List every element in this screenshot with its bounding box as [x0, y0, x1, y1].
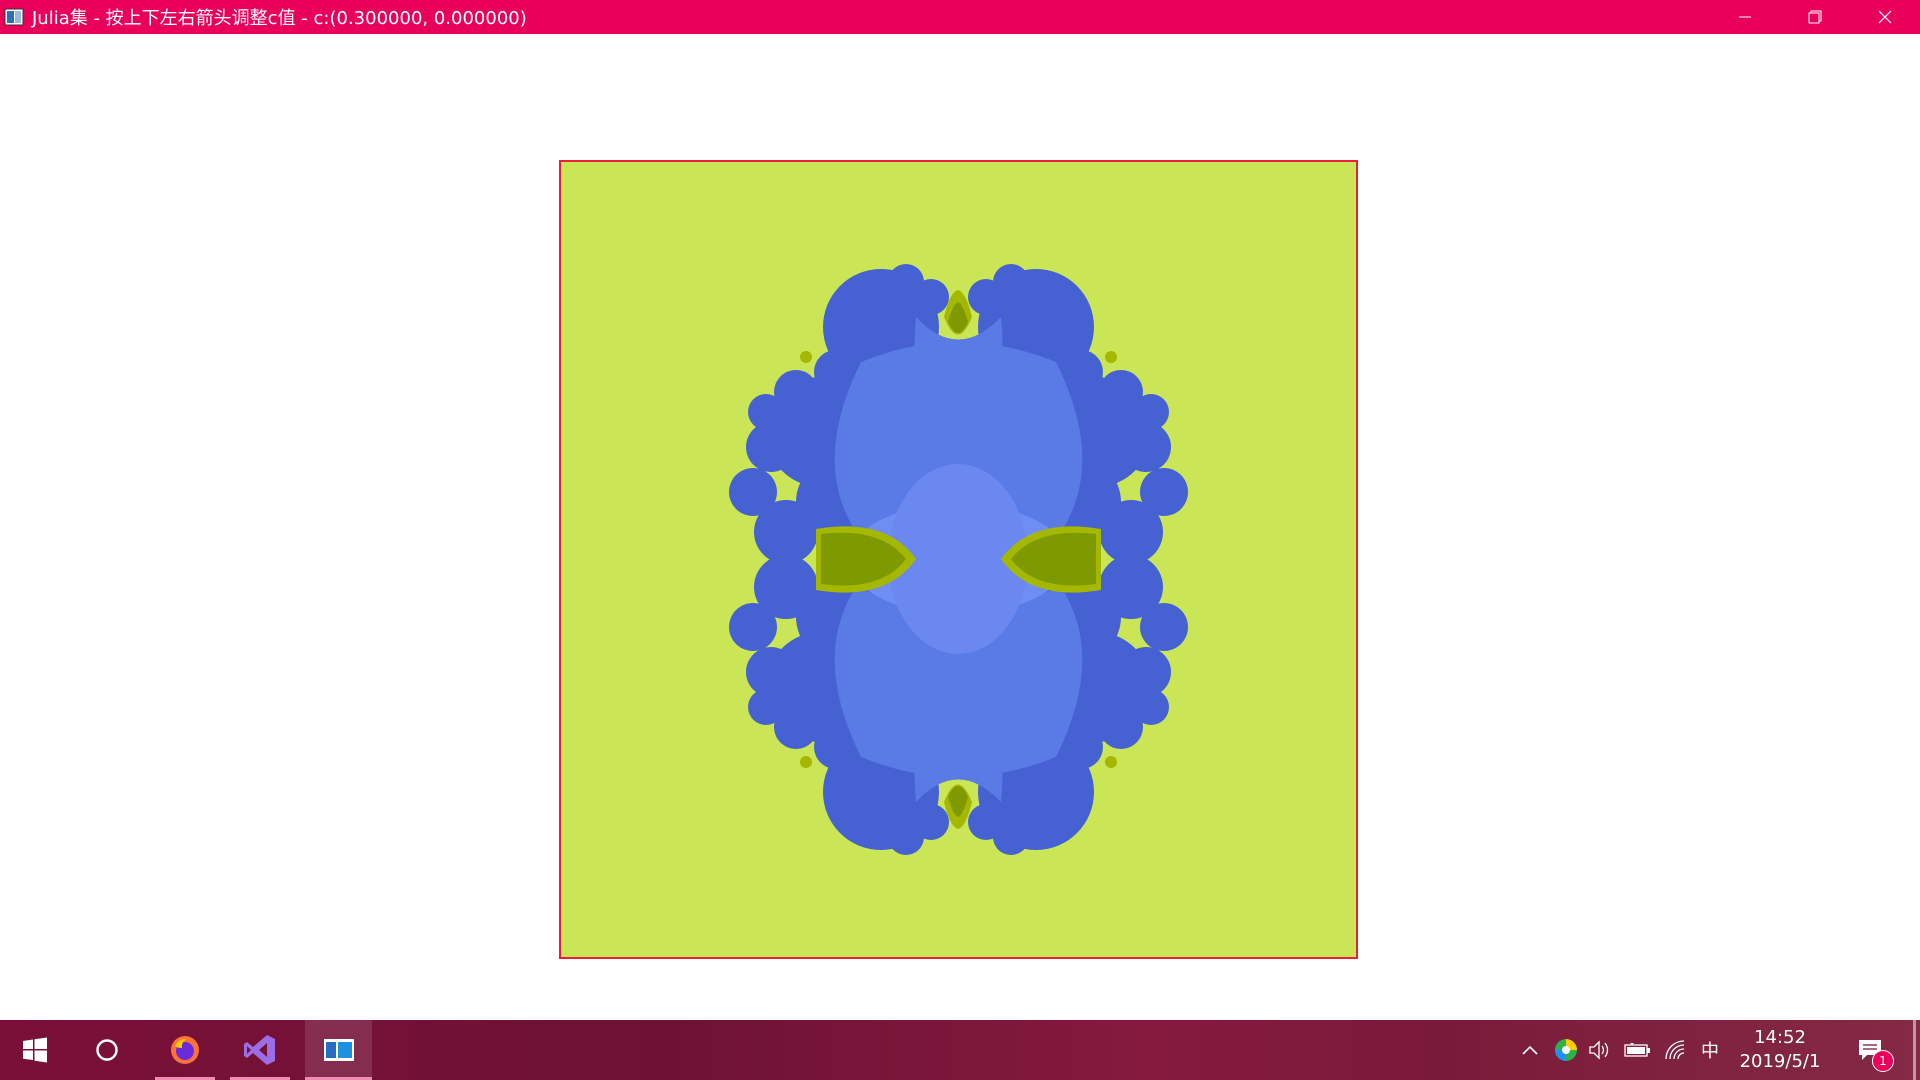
cortana-icon	[96, 1039, 118, 1061]
window-controls	[1710, 0, 1920, 34]
tray-overflow-button[interactable]	[1515, 1020, 1545, 1080]
taskbar-visual-studio[interactable]	[230, 1020, 290, 1080]
window-title: Julia集 - 按上下左右箭头调整c值 - c:(0.300000, 0.00…	[32, 8, 527, 29]
volume-button[interactable]	[1585, 1020, 1615, 1080]
tray-app[interactable]	[1550, 1020, 1582, 1080]
app-icon	[4, 8, 24, 26]
firefox-icon	[171, 1036, 199, 1064]
close-icon	[1878, 10, 1892, 24]
app-window: Julia集 - 按上下左右箭头调整c值 - c:(0.300000, 0.00…	[0, 0, 1920, 1020]
wifi-icon	[1665, 1040, 1685, 1060]
minimize-icon	[1739, 16, 1751, 18]
volume-icon	[1589, 1040, 1609, 1060]
taskbar: 中 14:52 2019/5/1 1	[0, 1020, 1920, 1080]
clock-time: 14:52	[1754, 1027, 1806, 1048]
clock-date: 2019/5/1	[1739, 1051, 1821, 1072]
title-bar[interactable]: Julia集 - 按上下左右箭头调整c值 - c:(0.300000, 0.00…	[0, 0, 1920, 34]
ime-label: 中	[1701, 1041, 1719, 1062]
restore-icon	[1808, 10, 1822, 24]
ime-indicator[interactable]: 中	[1695, 1020, 1725, 1080]
clock[interactable]: 14:52 2019/5/1	[1730, 1026, 1830, 1074]
client-area	[0, 34, 1920, 1020]
start-button[interactable]	[0, 1020, 70, 1080]
taskbar-firefox[interactable]	[155, 1020, 215, 1080]
colorful-app-icon	[1555, 1039, 1577, 1061]
julia-app-icon	[323, 1039, 354, 1061]
network-button[interactable]	[1660, 1020, 1692, 1080]
minimize-button[interactable]	[1710, 0, 1780, 34]
show-desktop-button[interactable]	[1913, 1020, 1916, 1080]
cortana-button[interactable]	[72, 1020, 142, 1080]
taskbar-julia-app[interactable]	[305, 1020, 372, 1080]
battery-button[interactable]	[1620, 1020, 1656, 1080]
chevron-up-icon	[1522, 1045, 1538, 1055]
close-button[interactable]	[1850, 0, 1920, 34]
julia-fractal-image	[729, 264, 1188, 855]
battery-icon	[1624, 1043, 1650, 1057]
start-icon	[23, 1037, 47, 1063]
fractal-lobes	[729, 264, 1188, 855]
notification-badge: 1	[1872, 1050, 1894, 1072]
restore-button[interactable]	[1780, 0, 1850, 34]
visual-studio-icon	[244, 1035, 275, 1065]
julia-canvas[interactable]	[559, 160, 1358, 959]
